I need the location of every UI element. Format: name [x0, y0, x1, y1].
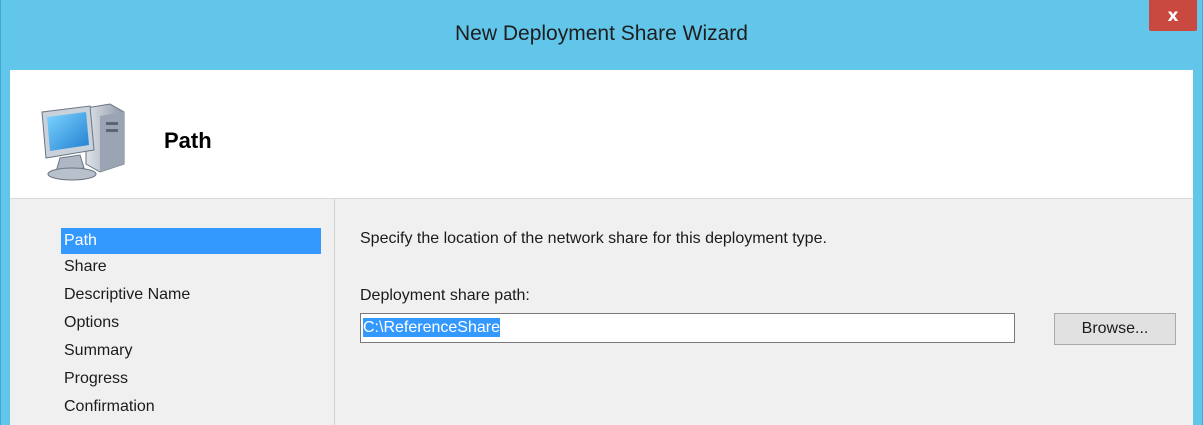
window-title: New Deployment Share Wizard [455, 22, 748, 45]
path-input-value: C:\ReferenceShare [363, 318, 500, 337]
step-item-summary[interactable]: Summary [61, 338, 321, 364]
browse-button[interactable]: Browse... [1054, 313, 1176, 345]
step-description: Specify the location of the network shar… [360, 230, 827, 247]
deployment-share-path-input[interactable]: C:\ReferenceShare [360, 313, 1015, 343]
page-title: Path [164, 128, 212, 153]
step-item-path[interactable]: Path [61, 228, 321, 254]
wizard-window: New Deployment Share Wizard x Path Path … [0, 0, 1203, 425]
wizard-step-list: Path Share Descriptive Name Options Summ… [10, 199, 335, 425]
step-item-options[interactable]: Options [61, 310, 321, 336]
wizard-header: Path [10, 70, 1193, 199]
close-icon: x [1167, 5, 1179, 26]
wizard-client-area: Path Path Share Descriptive Name Options… [10, 70, 1193, 425]
computer-icon [41, 103, 125, 181]
step-item-confirmation[interactable]: Confirmation [61, 394, 321, 420]
step-item-progress[interactable]: Progress [61, 366, 321, 392]
wizard-content: Specify the location of the network shar… [335, 199, 1193, 425]
step-item-descriptive-name[interactable]: Descriptive Name [61, 282, 321, 308]
title-bar[interactable]: New Deployment Share Wizard x [1, 0, 1202, 70]
step-item-share[interactable]: Share [61, 254, 321, 280]
close-button[interactable]: x [1149, 0, 1197, 31]
path-label: Deployment share path: [360, 287, 530, 304]
